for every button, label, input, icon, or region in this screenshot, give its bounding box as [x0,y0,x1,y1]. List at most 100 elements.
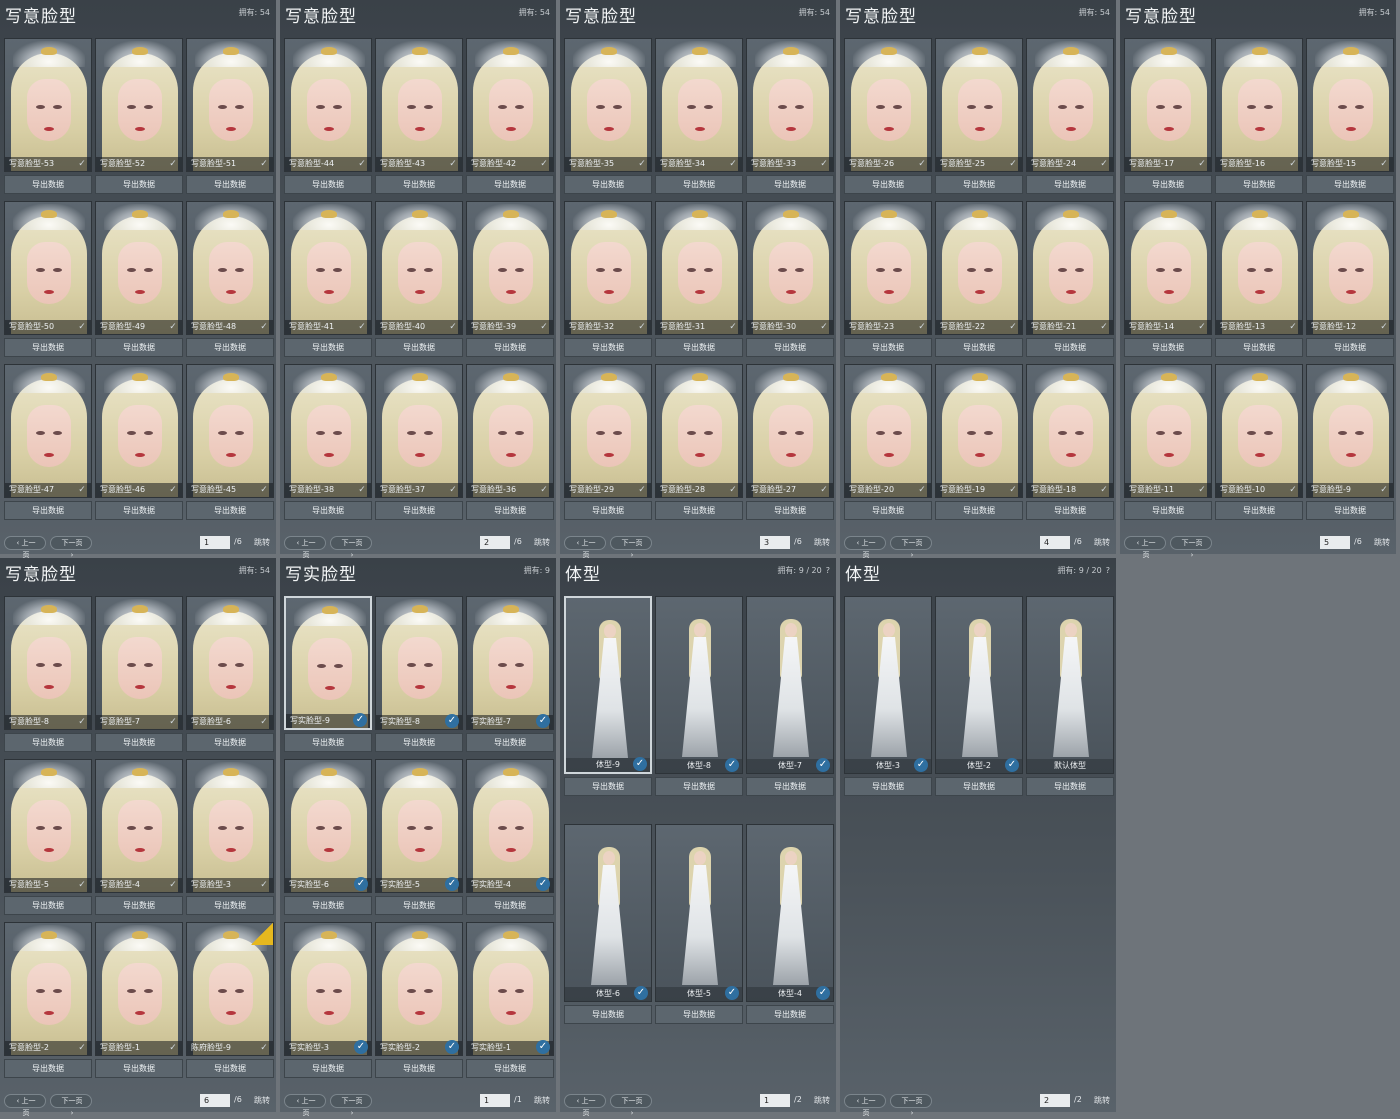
face-card[interactable]: 写意脸型-25 ✓ 导出数据 [935,38,1023,195]
prev-page-button[interactable]: ‹ 上一页 [564,1094,606,1117]
preview-image[interactable]: 体型-8 ✓ [655,596,743,774]
export-data-button[interactable]: 导出数据 [375,896,463,915]
jump-button[interactable]: 跳转 [534,1095,550,1106]
body-card[interactable]: 体型-8 ✓ 导出数据 [655,596,743,796]
preview-image[interactable]: 写意脸型-42 ✓ [466,38,554,172]
export-data-button[interactable]: 导出数据 [655,777,743,796]
face-card[interactable]: 写意脸型-21 ✓ 导出数据 [1026,201,1114,358]
export-data-button[interactable]: 导出数据 [564,338,652,357]
preview-image[interactable]: 写意脸型-48 ✓ [186,201,274,335]
export-data-button[interactable]: 导出数据 [1124,175,1212,194]
export-data-button[interactable]: 导出数据 [186,733,274,752]
preview-image[interactable]: 写意脸型-23 ✓ [844,201,932,335]
face-card[interactable]: 写意脸型-40 ✓ 导出数据 [375,201,463,358]
preview-image[interactable]: 写实脸型-6 ✓ [284,759,372,893]
face-card[interactable]: 写意脸型-5 ✓ 导出数据 [4,759,92,916]
preview-image[interactable]: 体型-5 ✓ [655,824,743,1002]
preview-image[interactable]: 写实脸型-7 ✓ [466,596,554,730]
preview-image[interactable]: 写意脸型-32 ✓ [564,201,652,335]
export-data-button[interactable]: 导出数据 [1026,338,1114,357]
export-data-button[interactable]: 导出数据 [95,338,183,357]
export-data-button[interactable]: 导出数据 [4,1059,92,1078]
preview-image[interactable]: 写意脸型-8 ✓ [4,596,92,730]
export-data-button[interactable]: 导出数据 [655,501,743,520]
export-data-button[interactable]: 导出数据 [466,1059,554,1078]
preview-image[interactable]: 写意脸型-1 ✓ [95,922,183,1056]
face-card[interactable]: 写实脸型-7 ✓ 导出数据 [466,596,554,753]
face-card[interactable]: 写意脸型-29 ✓ 导出数据 [564,364,652,521]
preview-image[interactable]: 写意脸型-24 ✓ [1026,38,1114,172]
next-page-button[interactable]: 下一页 › [50,536,92,559]
export-data-button[interactable]: 导出数据 [564,777,652,796]
face-card[interactable]: 写意脸型-2 ✓ 导出数据 [4,922,92,1079]
face-card[interactable]: 写实脸型-4 ✓ 导出数据 [466,759,554,916]
face-card[interactable]: 写意脸型-43 ✓ 导出数据 [375,38,463,195]
face-card[interactable]: 写意脸型-36 ✓ 导出数据 [466,364,554,521]
face-card[interactable]: 写意脸型-53 ✓ 导出数据 [4,38,92,195]
preview-image[interactable]: 体型-4 ✓ [746,824,834,1002]
page-number-input[interactable] [480,536,510,549]
export-data-button[interactable]: 导出数据 [1306,175,1394,194]
export-data-button[interactable]: 导出数据 [844,175,932,194]
face-card[interactable]: 写意脸型-46 ✓ 导出数据 [95,364,183,521]
page-number-input[interactable] [760,1094,790,1107]
export-data-button[interactable]: 导出数据 [95,501,183,520]
preview-image[interactable]: 写意脸型-2 ✓ [4,922,92,1056]
body-card[interactable]: 体型-6 ✓ 导出数据 [564,824,652,1024]
face-card[interactable]: 写意脸型-50 ✓ 导出数据 [4,201,92,358]
export-data-button[interactable]: 导出数据 [1026,501,1114,520]
face-card[interactable]: 写意脸型-17 ✓ 导出数据 [1124,38,1212,195]
face-card[interactable]: 写意脸型-18 ✓ 导出数据 [1026,364,1114,521]
preview-image[interactable]: 写意脸型-20 ✓ [844,364,932,498]
page-number-input[interactable] [1040,1094,1070,1107]
preview-image[interactable]: 写意脸型-36 ✓ [466,364,554,498]
face-card[interactable]: 写意脸型-35 ✓ 导出数据 [564,38,652,195]
next-page-button[interactable]: 下一页 › [330,1094,372,1117]
prev-page-button[interactable]: ‹ 上一页 [1124,536,1166,559]
face-card[interactable]: 写意脸型-34 ✓ 导出数据 [655,38,743,195]
export-data-button[interactable]: 导出数据 [655,1005,743,1024]
face-card[interactable]: 写意脸型-27 ✓ 导出数据 [746,364,834,521]
export-data-button[interactable]: 导出数据 [746,501,834,520]
face-card[interactable]: 写实脸型-5 ✓ 导出数据 [375,759,463,916]
preview-image[interactable]: 写意脸型-12 ✓ [1306,201,1394,335]
preview-image[interactable]: 写意脸型-30 ✓ [746,201,834,335]
preview-image[interactable]: 写意脸型-26 ✓ [844,38,932,172]
face-card[interactable]: 写实脸型-2 ✓ 导出数据 [375,922,463,1079]
face-card[interactable]: 写意脸型-33 ✓ 导出数据 [746,38,834,195]
face-card[interactable]: 写意脸型-31 ✓ 导出数据 [655,201,743,358]
preview-image[interactable]: 写意脸型-46 ✓ [95,364,183,498]
preview-image[interactable]: 写意脸型-13 ✓ [1215,201,1303,335]
face-card[interactable]: 写意脸型-3 ✓ 导出数据 [186,759,274,916]
face-card[interactable]: 写意脸型-8 ✓ 导出数据 [4,596,92,753]
jump-button[interactable]: 跳转 [814,1095,830,1106]
export-data-button[interactable]: 导出数据 [284,1059,372,1078]
jump-button[interactable]: 跳转 [1374,537,1390,548]
export-data-button[interactable]: 导出数据 [844,777,932,796]
export-data-button[interactable]: 导出数据 [935,175,1023,194]
face-card[interactable]: 写意脸型-4 ✓ 导出数据 [95,759,183,916]
body-card[interactable]: 默认体型 导出数据 [1026,596,1114,796]
export-data-button[interactable]: 导出数据 [95,1059,183,1078]
face-card[interactable]: 写意脸型-11 ✓ 导出数据 [1124,364,1212,521]
preview-image[interactable]: 写意脸型-15 ✓ [1306,38,1394,172]
preview-image[interactable]: 写意脸型-21 ✓ [1026,201,1114,335]
next-page-button[interactable]: 下一页 › [50,1094,92,1117]
preview-image[interactable]: 写意脸型-17 ✓ [1124,38,1212,172]
page-number-input[interactable] [1320,536,1350,549]
preview-image[interactable]: 写意脸型-33 ✓ [746,38,834,172]
prev-page-button[interactable]: ‹ 上一页 [4,536,46,559]
export-data-button[interactable]: 导出数据 [186,1059,274,1078]
preview-image[interactable]: 写意脸型-29 ✓ [564,364,652,498]
export-data-button[interactable]: 导出数据 [1026,777,1114,796]
preview-image[interactable]: 写实脸型-4 ✓ [466,759,554,893]
body-card[interactable]: 体型-9 ✓ 导出数据 [564,596,652,796]
preview-image[interactable]: 写意脸型-5 ✓ [4,759,92,893]
preview-image[interactable]: 默认体型 [1026,596,1114,774]
export-data-button[interactable]: 导出数据 [284,338,372,357]
face-card[interactable]: 写意脸型-41 ✓ 导出数据 [284,201,372,358]
next-page-button[interactable]: 下一页 › [610,1094,652,1117]
preview-image[interactable]: 体型-3 ✓ [844,596,932,774]
export-data-button[interactable]: 导出数据 [935,338,1023,357]
preview-image[interactable]: 写意脸型-49 ✓ [95,201,183,335]
